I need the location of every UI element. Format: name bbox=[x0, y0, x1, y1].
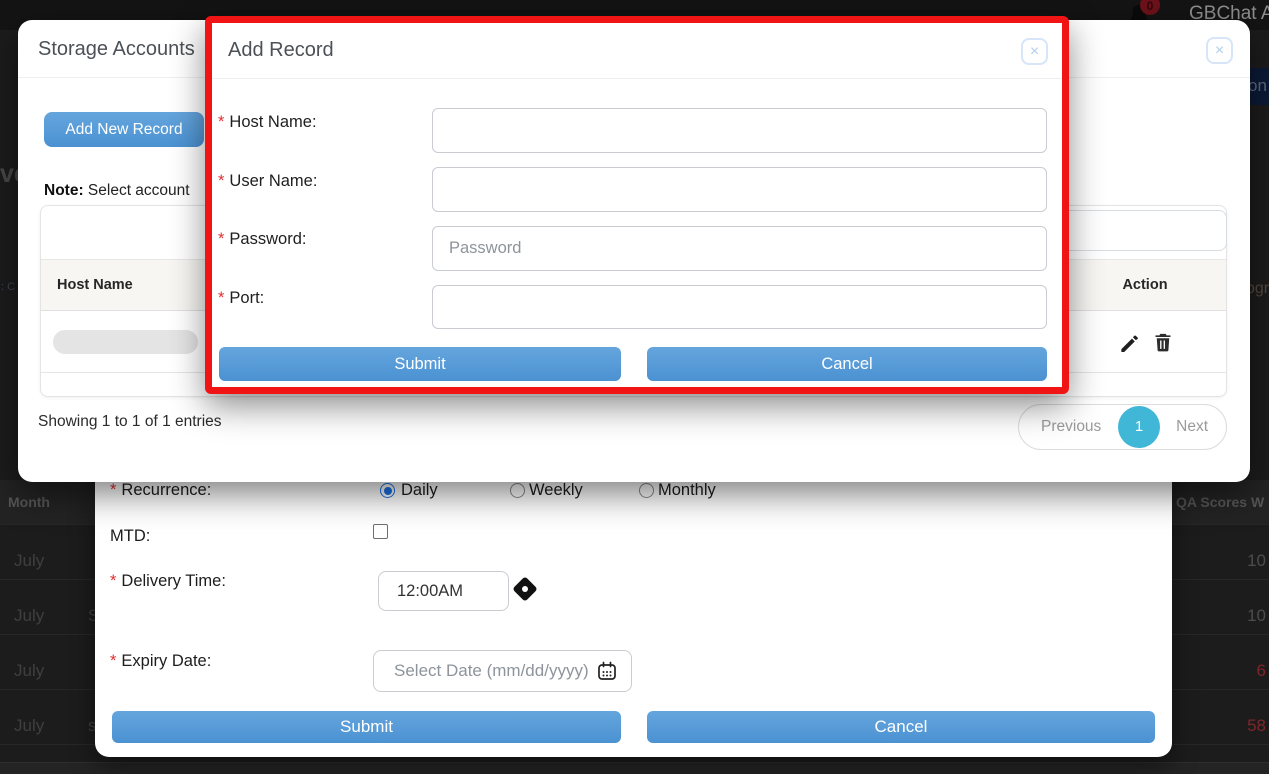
row-divider bbox=[1172, 524, 1269, 525]
host-name-field[interactable] bbox=[432, 108, 1047, 153]
table-row: July bbox=[14, 606, 44, 626]
add-record-title: Add Record bbox=[228, 39, 334, 62]
time-picker-target-icon[interactable] bbox=[512, 576, 537, 601]
mtd-checkbox[interactable] bbox=[373, 524, 388, 539]
row-divider bbox=[1172, 744, 1269, 745]
background-column-qa-scores: QA Scores W bbox=[1176, 494, 1264, 510]
pagination: Previous 1 Next bbox=[1018, 404, 1227, 450]
add-record-close-icon[interactable]: × bbox=[1021, 38, 1048, 65]
required-marker: * bbox=[110, 572, 116, 590]
qa-score-value: 6 bbox=[1257, 661, 1266, 681]
delete-trash-icon[interactable] bbox=[1153, 332, 1173, 352]
recurrence-label: *Recurrence: bbox=[110, 481, 211, 500]
host-name-redacted-value bbox=[53, 330, 198, 354]
note-label: Note: bbox=[44, 182, 84, 199]
storage-modal-title: Storage Accounts bbox=[38, 38, 195, 61]
add-record-modal: Add Record × *Host Name: *User Name: *Pa… bbox=[205, 16, 1069, 394]
add-new-record-button[interactable]: Add New Record bbox=[44, 112, 204, 147]
row-divider bbox=[1172, 579, 1269, 580]
required-marker: * bbox=[218, 172, 224, 190]
delivery-time-label: *Delivery Time: bbox=[110, 572, 226, 591]
qa-score-value: 58 bbox=[1247, 716, 1266, 736]
row-divider bbox=[1172, 689, 1269, 690]
mtd-label: MTD: bbox=[110, 527, 150, 546]
row-divider bbox=[0, 634, 95, 635]
table-row: July bbox=[14, 551, 44, 571]
radio-daily-label[interactable]: Daily bbox=[401, 481, 438, 500]
entries-info-text: Showing 1 to 1 of 1 entries bbox=[38, 413, 222, 431]
row-divider bbox=[0, 744, 95, 745]
background-bottom-strip bbox=[0, 762, 1269, 774]
user-name-label: *User Name: bbox=[218, 172, 317, 191]
qa-score-value: 10 bbox=[1247, 606, 1266, 626]
radio-daily[interactable] bbox=[380, 483, 395, 498]
storage-close-icon[interactable]: × bbox=[1206, 37, 1233, 64]
required-marker: * bbox=[218, 230, 224, 248]
schedule-cancel-button[interactable]: Cancel bbox=[647, 711, 1155, 743]
port-field[interactable] bbox=[432, 285, 1047, 329]
password-field[interactable] bbox=[432, 226, 1047, 271]
background-column-month: Month bbox=[8, 494, 50, 510]
header-divider bbox=[212, 78, 1062, 79]
qa-score-value: 10 bbox=[1247, 551, 1266, 571]
table-row: July bbox=[14, 661, 44, 681]
row-divider bbox=[0, 579, 95, 580]
radio-monthly-label[interactable]: Monthly bbox=[658, 481, 716, 500]
column-header-host-name: Host Name bbox=[57, 277, 133, 293]
required-marker: * bbox=[218, 289, 224, 307]
row-divider bbox=[0, 689, 95, 690]
add-record-cancel-button[interactable]: Cancel bbox=[647, 347, 1047, 381]
table-row: July bbox=[14, 716, 44, 736]
screen: 0 GBChat Ad on ve : C ogr Month July Jul… bbox=[0, 0, 1269, 774]
host-name-label: *Host Name: bbox=[218, 113, 317, 132]
port-label: *Port: bbox=[218, 289, 264, 308]
user-name-field[interactable] bbox=[432, 167, 1047, 212]
required-marker: * bbox=[110, 652, 116, 670]
note-text: Note: Select account bbox=[44, 182, 190, 200]
expiry-date-label: *Expiry Date: bbox=[110, 652, 211, 671]
radio-weekly-label[interactable]: Weekly bbox=[529, 481, 583, 500]
calendar-icon[interactable] bbox=[597, 661, 617, 681]
radio-monthly[interactable] bbox=[639, 483, 654, 498]
edit-pencil-icon[interactable] bbox=[1119, 333, 1138, 352]
pagination-page-1[interactable]: 1 bbox=[1118, 406, 1160, 448]
required-marker: * bbox=[218, 113, 224, 131]
background-partial-text-left: : C bbox=[1, 281, 15, 293]
password-label: *Password: bbox=[218, 230, 306, 249]
pagination-next[interactable]: Next bbox=[1176, 418, 1208, 436]
radio-weekly[interactable] bbox=[510, 483, 525, 498]
expiry-date-input[interactable] bbox=[373, 650, 632, 692]
required-marker: * bbox=[110, 481, 116, 499]
schedule-form-panel: *Recurrence: Daily Weekly Monthly MTD: *… bbox=[95, 440, 1172, 757]
row-divider bbox=[0, 524, 95, 525]
row-divider bbox=[1172, 634, 1269, 635]
delivery-time-input[interactable] bbox=[378, 571, 509, 611]
add-record-submit-button[interactable]: Submit bbox=[219, 347, 621, 381]
column-header-action: Action bbox=[1101, 277, 1189, 293]
schedule-submit-button[interactable]: Submit bbox=[112, 711, 621, 743]
pagination-previous[interactable]: Previous bbox=[1041, 418, 1101, 436]
